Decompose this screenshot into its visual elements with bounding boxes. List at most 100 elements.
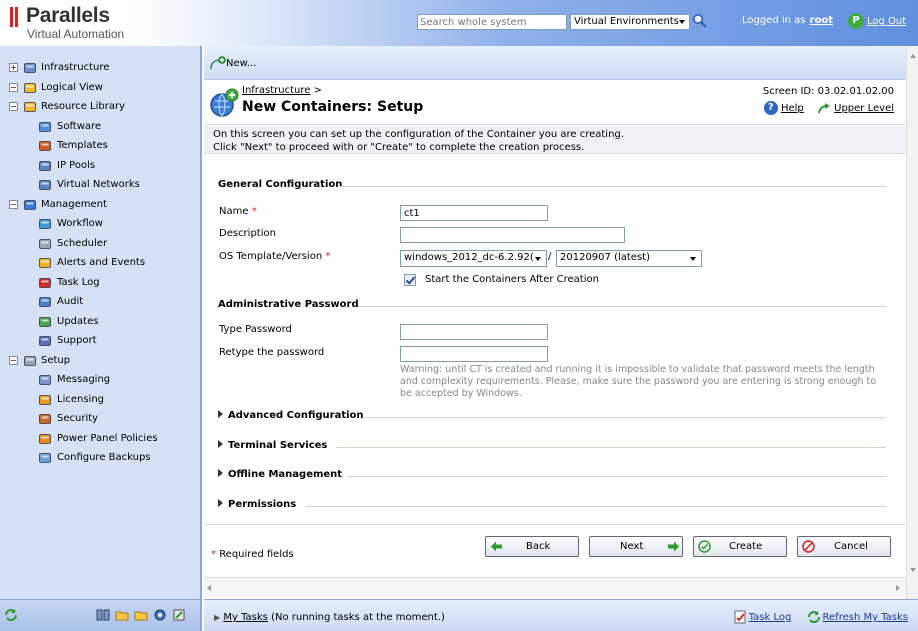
refresh-tree-icon[interactable] bbox=[4, 608, 18, 622]
setup-icon[interactable] bbox=[172, 608, 186, 622]
breadcrumb-infrastructure-link[interactable]: Infrastructure bbox=[242, 85, 310, 96]
create-button[interactable]: Create bbox=[693, 536, 787, 557]
back-button[interactable]: Back bbox=[485, 536, 579, 557]
help-icon: ? bbox=[763, 101, 778, 115]
sidebar-item-virtual-networks[interactable]: Virtual Networks bbox=[0, 175, 200, 195]
sidebar-item-infrastructure[interactable]: + Infrastructure bbox=[0, 58, 200, 78]
search-icon[interactable] bbox=[692, 13, 708, 29]
name-input[interactable] bbox=[400, 205, 548, 221]
sidebar-item-workflow[interactable]: Workflow bbox=[0, 214, 200, 234]
cancel-button[interactable]: Cancel bbox=[797, 536, 891, 557]
scroll-right-icon[interactable] bbox=[896, 585, 900, 591]
terminal-services-section[interactable]: Terminal Services bbox=[218, 440, 886, 451]
upper-level-icon bbox=[817, 101, 831, 115]
sidebar-item-label: Power Panel Policies bbox=[57, 432, 158, 444]
refresh-my-tasks-label: Refresh My Tasks bbox=[822, 612, 908, 623]
my-tasks-link[interactable]: My Tasks bbox=[223, 612, 268, 623]
new-button[interactable]: New... bbox=[210, 56, 256, 70]
start-after-creation-checkbox[interactable] bbox=[404, 274, 416, 286]
new-icon bbox=[210, 56, 226, 70]
sidebar-item-setup[interactable]: − Setup bbox=[0, 351, 200, 371]
sidebar-item-logical-view[interactable]: − Logical View bbox=[0, 78, 200, 98]
sidebar-item-label: Task Log bbox=[57, 276, 100, 288]
sidebar-item-support[interactable]: Support bbox=[0, 331, 200, 351]
my-tasks: ▶ My Tasks (No running tasks at the mome… bbox=[214, 612, 445, 623]
scheduler-icon bbox=[38, 237, 52, 251]
password-warning: Warning: until CT is created and running… bbox=[400, 364, 877, 399]
sidebar-item-alerts-and-events[interactable]: Alerts and Events bbox=[0, 253, 200, 273]
horizontal-scrollbar[interactable] bbox=[204, 577, 906, 597]
os-template-select[interactable]: windows_2012_dc-6.2.92( bbox=[400, 250, 547, 267]
sidebar-item-audit[interactable]: Audit bbox=[0, 292, 200, 312]
next-button-label: Next bbox=[620, 541, 644, 552]
search-input[interactable] bbox=[417, 14, 567, 30]
sidebar-item-power-panel-policies[interactable]: Power Panel Policies bbox=[0, 429, 200, 449]
help-links: ? Help Upper Level bbox=[763, 101, 894, 115]
administrative-password-section: Administrative Password bbox=[218, 299, 886, 310]
top-bar: Parallels Virtual Automation Virtual Env… bbox=[0, 0, 918, 46]
scroll-down-icon[interactable] bbox=[910, 568, 916, 572]
sidebar-item-label: Software bbox=[57, 120, 102, 132]
collapse-icon[interactable]: − bbox=[9, 102, 18, 111]
collapse-icon[interactable]: − bbox=[9, 199, 18, 209]
scroll-left-icon[interactable] bbox=[207, 585, 211, 591]
offline-management-section[interactable]: Offline Management bbox=[218, 469, 886, 480]
next-button[interactable]: Next bbox=[589, 536, 683, 557]
cancel-icon bbox=[802, 540, 815, 553]
vertical-scrollbar[interactable] bbox=[906, 46, 918, 599]
retype-password-input[interactable] bbox=[400, 346, 548, 362]
sidebar-item-scheduler[interactable]: Scheduler bbox=[0, 234, 200, 254]
logout-button[interactable]: P Log Out bbox=[848, 13, 906, 29]
username-link[interactable]: root bbox=[810, 15, 833, 26]
sidebar-item-label: Management bbox=[41, 198, 107, 210]
sidebar-item-updates[interactable]: Updates bbox=[0, 312, 200, 332]
logical-view-icon[interactable] bbox=[115, 608, 129, 622]
management-icon[interactable] bbox=[153, 608, 167, 622]
advanced-configuration-section[interactable]: Advanced Configuration bbox=[218, 410, 886, 421]
task-log-icon bbox=[733, 610, 747, 624]
task-log-link[interactable]: Task Log bbox=[733, 610, 792, 624]
logout-label: Log Out bbox=[867, 15, 907, 27]
scroll-up-icon[interactable] bbox=[910, 54, 916, 58]
description-input[interactable] bbox=[400, 227, 625, 243]
sidebar-item-label: Security bbox=[57, 413, 99, 424]
sidebar-item-security[interactable]: Security bbox=[0, 409, 200, 429]
collapse-icon[interactable]: − bbox=[9, 355, 18, 365]
sidebar-item-ip-pools[interactable]: IP Pools bbox=[0, 156, 200, 176]
resource-library-icon[interactable] bbox=[134, 608, 148, 622]
sidebar-item-software[interactable]: Software bbox=[0, 117, 200, 137]
task-log-icon bbox=[38, 276, 52, 290]
required-fields-note: * Required fields bbox=[211, 549, 294, 560]
backups-icon bbox=[38, 451, 52, 465]
logged-in-label: Logged in as bbox=[742, 15, 806, 26]
my-tasks-note: (No running tasks at the moment.) bbox=[271, 612, 445, 623]
sidebar-item-task-log[interactable]: Task Log bbox=[0, 273, 200, 293]
upper-level-link[interactable]: Upper Level bbox=[817, 103, 894, 114]
sidebar-item-resource-library[interactable]: − Resource Library bbox=[0, 97, 200, 117]
infrastructure-icon[interactable] bbox=[96, 608, 110, 622]
toolbar: New... bbox=[204, 46, 906, 80]
sidebar-item-templates[interactable]: Templates bbox=[0, 136, 200, 156]
sidebar-item-messaging[interactable]: Messaging bbox=[0, 370, 200, 390]
sidebar-item-label: Templates bbox=[57, 140, 108, 151]
sidebar-item-label: Scheduler bbox=[57, 237, 108, 249]
intro-line-2: Click "Next" to proceed with or "Create"… bbox=[213, 142, 585, 153]
permissions-section[interactable]: Permissions bbox=[218, 499, 886, 510]
refresh-my-tasks-link[interactable]: Refresh My Tasks bbox=[807, 610, 908, 624]
sidebar-item-licensing[interactable]: Licensing bbox=[0, 390, 200, 410]
updates-icon bbox=[38, 315, 52, 329]
sidebar-item-management[interactable]: − Management bbox=[0, 195, 200, 215]
sidebar-item-configure-backups[interactable]: Configure Backups bbox=[0, 448, 200, 468]
refresh-icon bbox=[807, 610, 821, 624]
task-log-label: Task Log bbox=[748, 612, 792, 623]
type-password-input[interactable] bbox=[400, 324, 548, 340]
search-scope-select[interactable]: Virtual Environments bbox=[570, 14, 690, 30]
arrow-right-icon bbox=[667, 540, 680, 553]
advanced-configuration-title: Advanced Configuration bbox=[228, 410, 364, 421]
logical-view-icon bbox=[23, 81, 37, 95]
help-link[interactable]: ? Help bbox=[763, 101, 804, 115]
brand-name: Parallels bbox=[26, 4, 110, 27]
collapse-icon[interactable]: − bbox=[9, 82, 18, 92]
os-version-select[interactable]: 20120907 (latest) bbox=[556, 250, 702, 267]
expand-icon[interactable]: + bbox=[9, 63, 18, 72]
